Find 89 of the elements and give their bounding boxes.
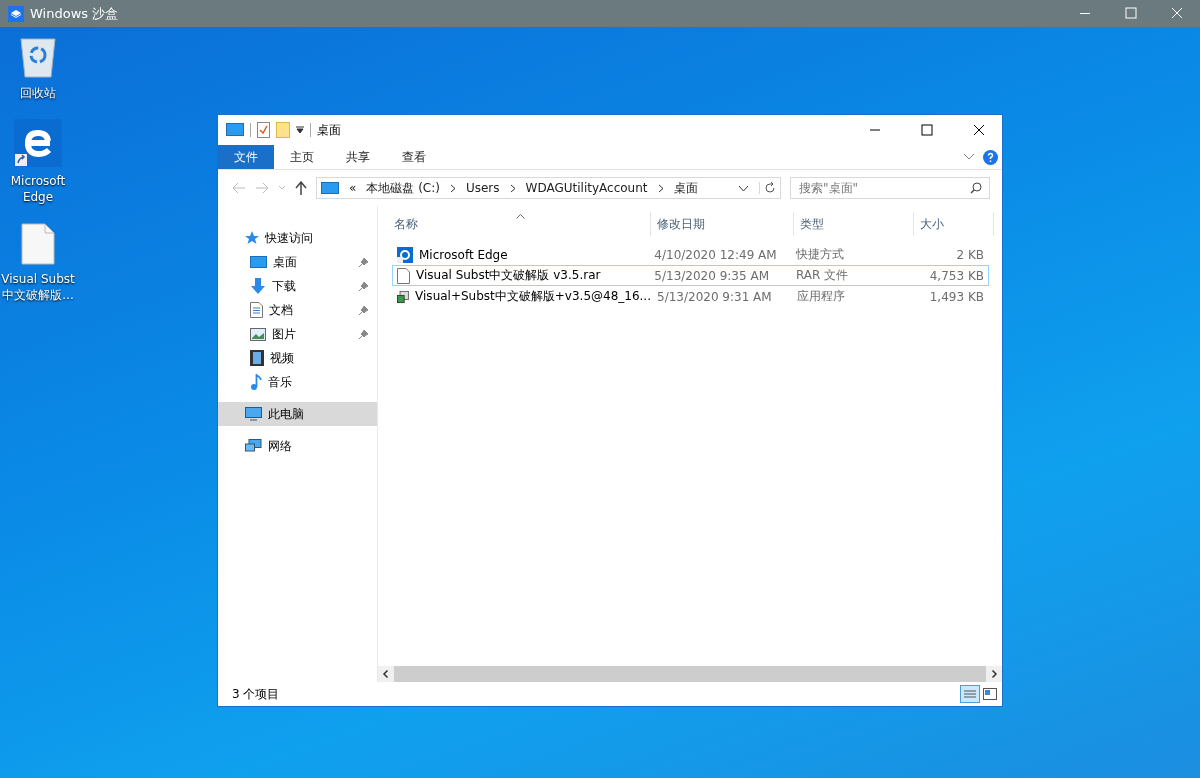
- nav-label: 网络: [268, 437, 292, 455]
- desktop-icon-label[interactable]: Visual Subst 中文破解版...: [1, 271, 75, 303]
- pin-icon[interactable]: [359, 329, 369, 339]
- desktop-folder-icon: [250, 255, 267, 269]
- address-bar[interactable]: « 本地磁盘 (C:) Users WDAGUtilityAccount 桌面: [316, 177, 781, 199]
- film-icon: [250, 350, 264, 366]
- window-title: 桌面: [317, 121, 341, 139]
- file-icon: [397, 267, 410, 284]
- desktop-folder-icon: [226, 123, 244, 137]
- file-date: 5/13/2020 9:31 AM: [656, 289, 773, 304]
- properties-icon[interactable]: [257, 122, 270, 138]
- desktop-icon-label[interactable]: Microsoft Edge: [1, 173, 75, 205]
- nav-label: 文档: [269, 301, 293, 319]
- edge-shortcut-icon[interactable]: [14, 119, 62, 167]
- ribbon-tab[interactable]: 共享: [330, 145, 386, 169]
- column-header[interactable]: 修改日期: [651, 212, 794, 236]
- music-note-icon: [250, 374, 262, 390]
- file-name: Visual+Subst中文破解版+v3.5@48_16...: [415, 288, 651, 305]
- column-header[interactable]: 大小: [914, 212, 994, 236]
- back-arrow-icon[interactable]: [232, 182, 246, 194]
- computer-icon: [245, 407, 262, 421]
- document-icon: [250, 302, 263, 318]
- pin-icon[interactable]: [359, 257, 369, 267]
- up-arrow-icon[interactable]: [295, 181, 307, 195]
- breadcrumb-item[interactable]: WDAGUtilityAccount: [525, 181, 648, 195]
- file-name: Visual Subst中文破解版 v3.5.rar: [416, 267, 601, 284]
- sandbox-icon: [8, 5, 24, 22]
- nav-label: 图片: [272, 325, 296, 343]
- pin-icon[interactable]: [359, 281, 369, 291]
- breadcrumb-item[interactable]: 桌面: [673, 179, 698, 197]
- column-header[interactable]: 名称: [378, 212, 651, 236]
- nav-item[interactable]: 视频: [218, 346, 377, 370]
- nav-item[interactable]: 网络: [218, 434, 377, 458]
- chevron-right-icon: [509, 183, 516, 193]
- nav-label: 快速访问: [265, 229, 313, 247]
- nav-label: 音乐: [268, 373, 292, 391]
- recycle-bin-icon[interactable]: [18, 35, 58, 79]
- file-size: 4,753 KB: [928, 268, 985, 283]
- column-header[interactable]: 类型: [794, 212, 914, 236]
- file-type: 快捷方式: [794, 246, 845, 263]
- chevron-right-icon: [449, 183, 456, 193]
- network-icon: [245, 439, 262, 453]
- breadcrumb-item[interactable]: Users: [465, 181, 500, 195]
- nav-item[interactable]: 桌面: [218, 250, 377, 274]
- file-size: 2 KB: [955, 247, 985, 262]
- computer-icon: [321, 181, 339, 195]
- file-row[interactable]: Visual+Subst中文破解版+v3.5@48_16... 5/13/2020 9:31 AM 应用程序 1,493 KB: [392, 286, 989, 307]
- chevron-down-icon[interactable]: [738, 184, 749, 192]
- ribbon-tab[interactable]: 主页: [274, 145, 330, 169]
- dropdown-icon[interactable]: [296, 126, 304, 134]
- file-type: RAR 文件: [794, 267, 850, 284]
- forward-arrow-icon[interactable]: [255, 182, 269, 194]
- breadcrumb-overflow[interactable]: «: [349, 181, 357, 195]
- nav-item[interactable]: 此电脑: [218, 402, 377, 426]
- search-icon[interactable]: [970, 182, 982, 194]
- help-icon[interactable]: [983, 149, 998, 165]
- breadcrumb-item[interactable]: 本地磁盘 (C:): [366, 179, 440, 197]
- nav-item[interactable]: 快速访问: [218, 226, 377, 250]
- file-icon[interactable]: [21, 223, 55, 265]
- nav-label: 此电脑: [268, 405, 304, 423]
- file-name: Microsoft Edge: [419, 247, 508, 262]
- nav-label: 下载: [272, 277, 296, 295]
- file-row[interactable]: Visual Subst中文破解版 v3.5.rar 5/13/2020 9:35 AM RAR 文件 4,753 KB: [392, 265, 989, 286]
- desktop-icon-label[interactable]: 回收站: [1, 85, 75, 101]
- file-date: 5/13/2020 9:35 AM: [653, 268, 770, 283]
- file-row[interactable]: Microsoft Edge 4/10/2020 12:49 AM 快捷方式 2 KB: [392, 244, 989, 265]
- pin-icon[interactable]: [359, 305, 369, 315]
- nav-label: 桌面: [273, 253, 297, 271]
- sandbox-title: Windows 沙盒: [30, 4, 119, 23]
- nav-item[interactable]: 下载: [218, 274, 377, 298]
- nav-item[interactable]: 文档: [218, 298, 377, 322]
- down-arrow-icon: [250, 278, 266, 294]
- nav-label: 视频: [270, 349, 294, 367]
- large-icons-view-icon[interactable]: [982, 686, 998, 702]
- ribbon-tab[interactable]: 查看: [386, 145, 442, 169]
- chevron-right-icon: [657, 183, 664, 193]
- picture-icon: [250, 327, 266, 341]
- file-date: 4/10/2020 12:49 AM: [653, 247, 778, 262]
- installer-icon: [397, 288, 410, 305]
- search-field[interactable]: 搜索"桌面": [790, 177, 990, 199]
- refresh-icon[interactable]: [759, 182, 776, 194]
- status-text: 3 个项目: [232, 685, 280, 703]
- file-type: 应用程序: [796, 288, 847, 305]
- nav-item[interactable]: 图片: [218, 322, 377, 346]
- file-size: 1,493 KB: [928, 289, 985, 304]
- sort-caret-icon: [516, 214, 525, 219]
- edge-shortcut-icon: [397, 246, 413, 263]
- nav-item[interactable]: 音乐: [218, 370, 377, 394]
- star-icon: [245, 231, 259, 245]
